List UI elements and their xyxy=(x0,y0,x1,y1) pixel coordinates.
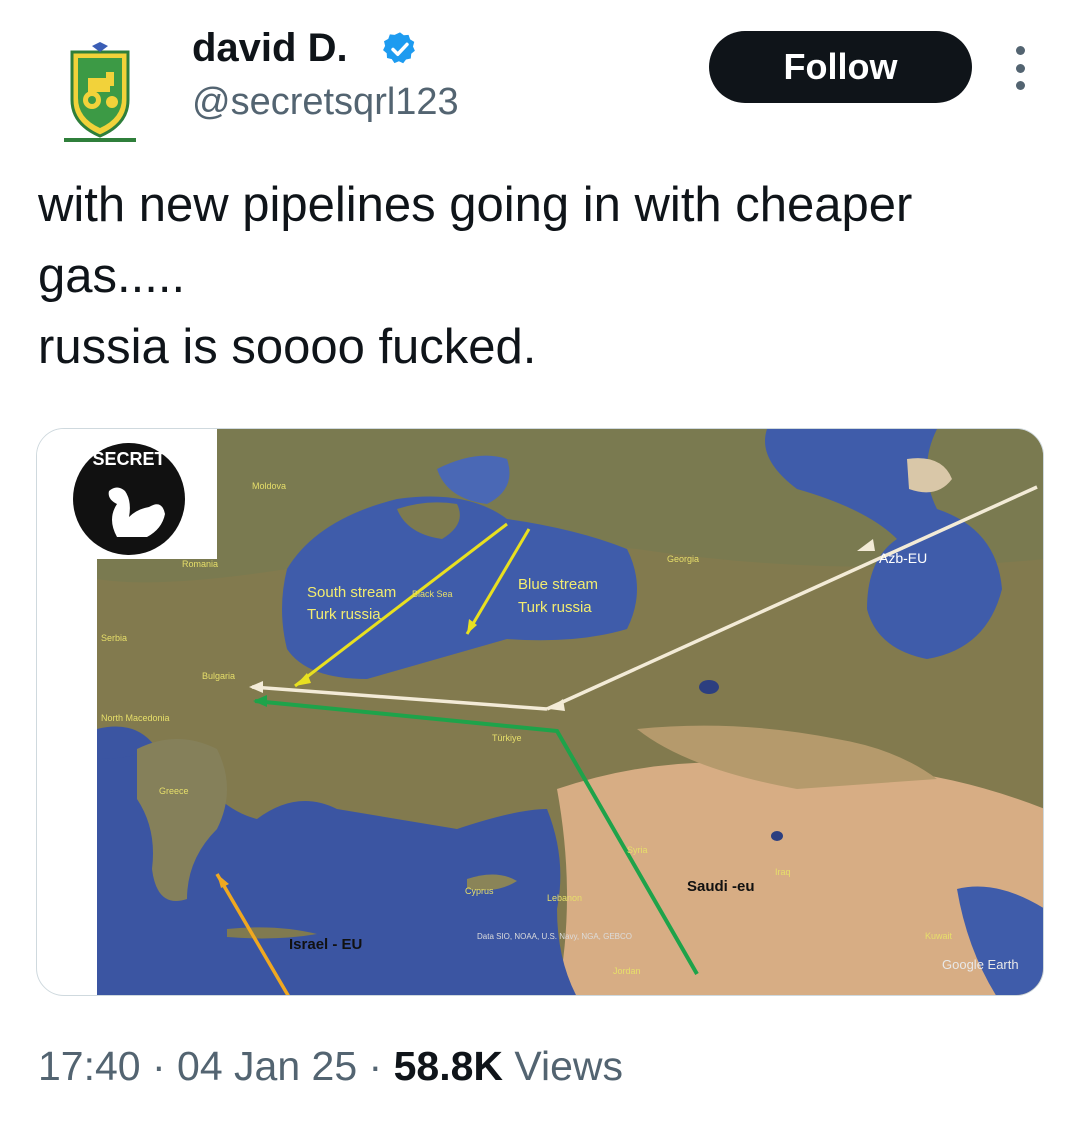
label-black-sea: Black Sea xyxy=(412,589,453,599)
label-jordan: Jordan xyxy=(613,966,641,976)
label-bulgaria: Bulgaria xyxy=(202,671,235,681)
label-kuwait: Kuwait xyxy=(925,931,953,941)
data-credit: Data SIO, NOAA, U.S. Navy, NGA, GEBCO xyxy=(477,932,632,941)
more-vertical-icon[interactable] xyxy=(1006,44,1034,92)
secret-logo: SECRET xyxy=(73,443,185,555)
label-cyprus: Cyprus xyxy=(465,886,494,896)
user-handle[interactable]: @secretsqrl123 xyxy=(192,78,459,126)
tweet-line: russia is soooo fucked. xyxy=(38,320,537,374)
label-saudi-eu: Saudi -eu xyxy=(687,878,755,895)
label-georgia: Georgia xyxy=(667,554,699,564)
logo-text: SECRET xyxy=(92,449,165,469)
label-israel-eu: Israel - EU xyxy=(289,936,362,953)
label-syria: Syria xyxy=(627,845,648,855)
avatar[interactable] xyxy=(36,28,164,156)
tweet-line: gas..... xyxy=(38,249,186,303)
views-count: 58.8K xyxy=(393,1043,504,1089)
pipeline-map: SECRET South stream Turk russia Blue str… xyxy=(37,429,1043,995)
label-serbia: Serbia xyxy=(101,633,127,643)
label-moldova: Moldova xyxy=(252,481,286,491)
label-turkiye: Türkiye xyxy=(492,733,522,743)
verified-badge-icon xyxy=(383,32,415,64)
google-earth-watermark: Google Earth xyxy=(942,957,1019,972)
tweet-line: with new pipelines going in with cheaper xyxy=(38,178,913,232)
label-romania: Romania xyxy=(182,559,218,569)
follow-button[interactable]: Follow xyxy=(709,31,972,103)
display-name[interactable]: david D. xyxy=(192,24,348,72)
label-lebanon: Lebanon xyxy=(547,893,582,903)
label-greece: Greece xyxy=(159,786,189,796)
meta-separator: · xyxy=(140,1043,178,1089)
label-azb-eu: Azb-EU xyxy=(879,550,927,566)
views-label: Views xyxy=(503,1043,624,1089)
tweet-time[interactable]: 17:40 xyxy=(38,1043,141,1089)
tweet-media-image[interactable]: SECRET South stream Turk russia Blue str… xyxy=(36,428,1044,996)
label-iraq: Iraq xyxy=(775,867,791,877)
label-south-stream-sub: Turk russia xyxy=(307,606,381,623)
tractor-crest-icon xyxy=(64,42,136,142)
label-blue-stream-sub: Turk russia xyxy=(518,599,592,616)
tweet-date[interactable]: 04 Jan 25 xyxy=(177,1043,357,1089)
tweet-text: with new pipelines going in with cheaper… xyxy=(38,170,1058,383)
tweet-meta: 17:40 · 04 Jan 25 · 58.8K Views xyxy=(38,1038,623,1094)
label-north-macedonia: North Macedonia xyxy=(101,713,170,723)
label-blue-stream: Blue stream xyxy=(518,576,598,593)
label-south-stream: South stream xyxy=(307,584,396,601)
meta-separator: · xyxy=(357,1043,394,1089)
